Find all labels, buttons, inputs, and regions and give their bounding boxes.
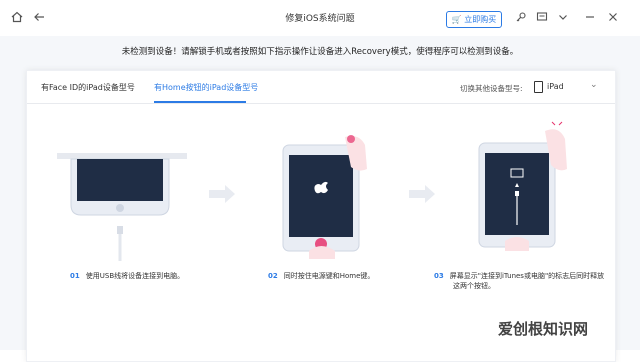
watermark: 爱创根知识网 [498, 320, 589, 338]
step3-illustration [478, 121, 567, 251]
buy-now-label: 立即购买 [464, 15, 497, 24]
device-type-tabs: 有Face ID的iPad设备型号 有Home按钮的iPad设备型号 切换其他设… [27, 71, 615, 104]
close-icon[interactable] [606, 11, 620, 25]
step-text-continued: 这两个按钮。 [453, 282, 495, 290]
arrow-icon [209, 185, 235, 203]
step1-illustration [57, 153, 187, 261]
feedback-icon[interactable] [535, 11, 549, 25]
device-not-detected-notice: 未检测到设备！请解锁手机或者按照如下指示操作让设备进入Recovery模式，使得… [121, 47, 519, 57]
tab-face-id-ipad[interactable]: 有Face ID的iPad设备型号 [41, 82, 135, 93]
tab-home-button-ipad[interactable]: 有Home按钮的iPad设备型号 [154, 82, 258, 93]
step-number: 03 [434, 272, 444, 280]
active-tab-indicator [154, 101, 246, 103]
tablet-icon [534, 81, 543, 93]
arrow-icon [409, 185, 435, 203]
step-3: 03 屏幕显示"连接到iTunes或电脑"的标志后同时释放 这两个按钮。 [434, 271, 604, 291]
chevron-down-icon[interactable] [556, 11, 570, 25]
step2-illustration [282, 135, 367, 259]
title-bar: 修复iOS系统问题 🛒 立即购买 [0, 0, 640, 36]
step-number: 02 [268, 272, 278, 280]
step-text: 同时按住电源键和Home键。 [283, 272, 375, 280]
minimize-icon[interactable] [583, 11, 597, 25]
device-model-value: iPad [547, 82, 564, 91]
step-1: 01 使用USB线将设备连接到电脑。 [70, 271, 184, 281]
step-2: 02 同时按住电源键和Home键。 [268, 271, 374, 281]
device-model-dropdown[interactable]: iPad ⌄ [530, 79, 604, 95]
buy-now-button[interactable]: 🛒 立即购买 [446, 11, 502, 28]
device-selector-label: 切换其他设备型号: [460, 84, 523, 93]
step-text: 屏幕显示"连接到iTunes或电脑"的标志后同时释放 [449, 272, 605, 280]
chevron-down-icon: ⌄ [590, 80, 598, 90]
step-number: 01 [70, 272, 80, 280]
step-text: 使用USB线将设备连接到电脑。 [85, 272, 185, 280]
cart-icon: 🛒 [451, 15, 462, 24]
key-icon[interactable] [514, 11, 528, 25]
